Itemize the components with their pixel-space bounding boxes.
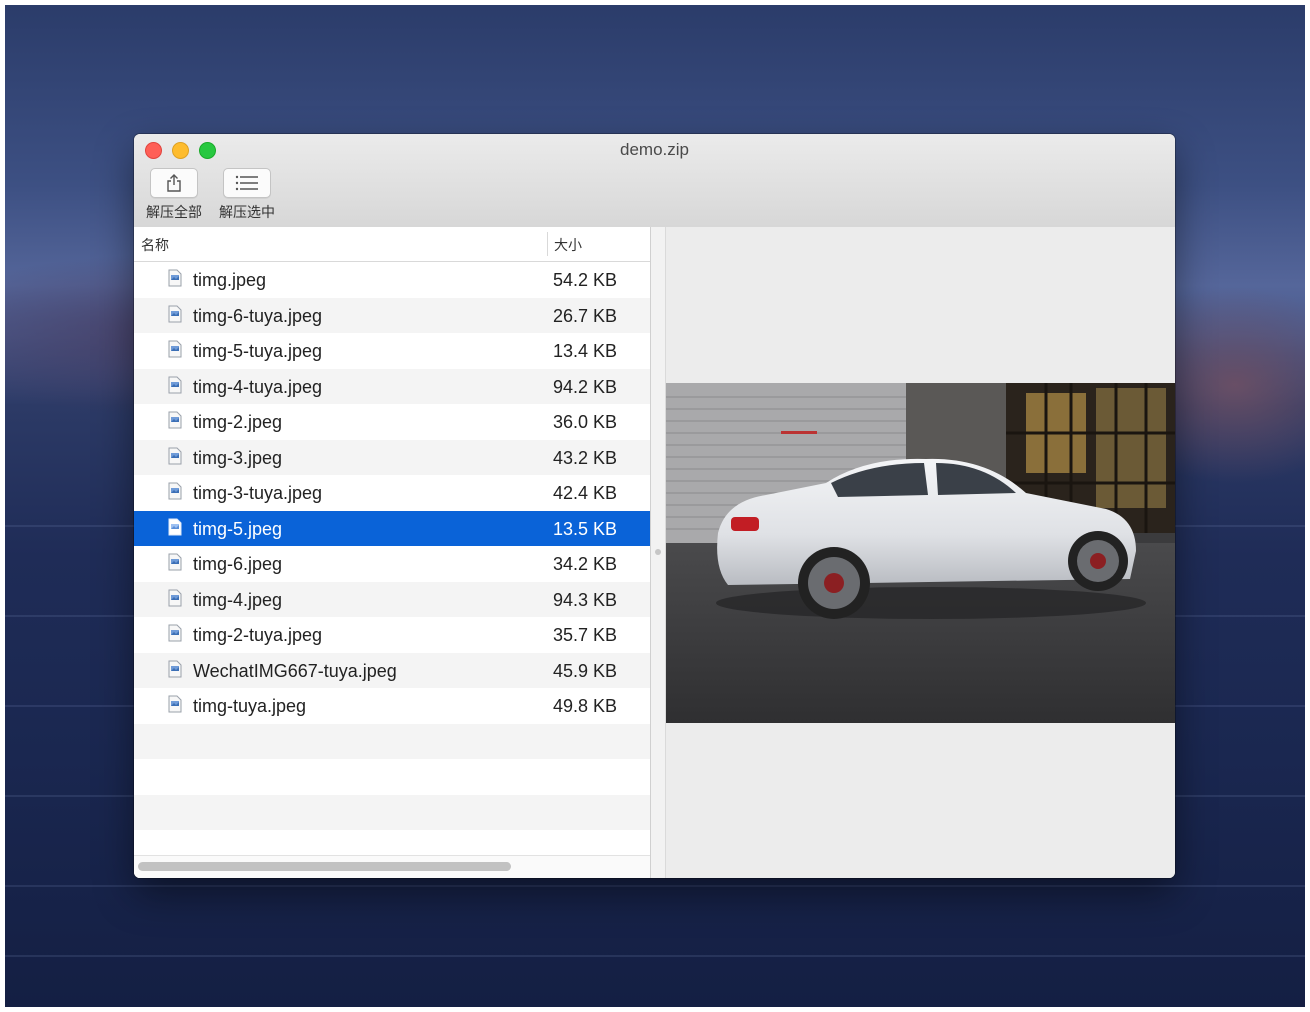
file-size: 54.2 KB [553,270,618,290]
table-row[interactable]: timg-5.jpeg 13.5 KB [134,510,650,546]
file-size: 36.0 KB [553,412,618,432]
file-name: timg-2.jpeg [193,412,283,432]
window-title: demo.zip [620,140,689,159]
table-row[interactable]: timg-6-tuya.jpeg 26.7 KB [134,297,650,333]
table-row[interactable]: timg-4-tuya.jpeg 94.2 KB [134,368,650,404]
file-size: 94.3 KB [553,589,618,610]
file-size: 35.7 KB [553,625,618,645]
jpeg-file-icon [168,660,182,678]
jpeg-file-icon [168,269,182,287]
file-name: timg-tuya.jpeg [193,696,307,716]
file-name: timg-4.jpeg [193,589,283,610]
jpeg-file-icon [168,411,182,429]
jpeg-file-icon [168,447,182,465]
table-row[interactable]: timg-3-tuya.jpeg 42.4 KB [134,475,650,511]
jpeg-file-icon [168,340,182,358]
jpeg-file-icon [168,482,182,500]
file-size: 13.5 KB [553,518,618,539]
column-header-name[interactable]: 名称 [141,235,169,255]
file-name: timg-4-tuya.jpeg [193,376,323,397]
extract-all-label: 解压全部 [146,204,202,220]
table-row[interactable]: timg-2-tuya.jpeg 35.7 KB [134,617,650,653]
file-rows: timg.jpeg 54.2 KB timg-6-tuya.jpeg 26.7 … [134,262,650,866]
list-icon [235,175,258,191]
table-row[interactable]: timg-2.jpeg 36.0 KB [134,404,650,440]
table-row[interactable]: timg-3.jpeg 43.2 KB [134,439,650,475]
extract-selected-button[interactable]: 解压选中 [216,168,278,222]
empty-row [134,794,650,830]
jpeg-file-icon [168,624,182,642]
column-header-size[interactable]: 大小 [554,235,582,255]
file-size: 43.2 KB [553,447,618,468]
jpeg-file-icon [168,518,182,536]
empty-row [134,723,650,759]
horizontal-scrollbar-track[interactable] [134,855,650,878]
file-name: timg-5.jpeg [193,518,283,539]
file-name: timg-2-tuya.jpeg [193,625,323,645]
archive-window: demo.zip 解压全部 解压选中 名称 大小 timg.jpeg 54.2 … [134,134,1175,878]
extract-selected-label: 解压选中 [219,204,275,220]
extract-all-button[interactable]: 解压全部 [143,168,205,222]
file-size: 94.2 KB [553,376,618,397]
table-row[interactable]: timg.jpeg 54.2 KB [134,262,650,298]
table-row[interactable]: timg-6.jpeg 34.2 KB [134,546,650,582]
empty-row [134,759,650,795]
file-name: timg-5-tuya.jpeg [193,341,323,361]
title-bar: demo.zip 解压全部 解压选中 [134,134,1175,228]
file-size: 34.2 KB [553,554,618,574]
jpeg-file-icon [168,305,182,323]
file-name: timg-6.jpeg [193,554,283,574]
file-size: 26.7 KB [553,305,618,326]
file-name: timg-3.jpeg [193,447,283,468]
extract-all-icon-button[interactable] [150,168,198,198]
jpeg-file-icon [168,695,182,713]
column-header: 名称 大小 [134,227,650,262]
file-name: timg.jpeg [193,270,267,290]
file-size: 49.8 KB [553,696,618,716]
car-preview-image [666,383,1175,723]
table-row[interactable]: timg-tuya.jpeg 49.8 KB [134,688,650,724]
divider-handle[interactable] [655,549,661,555]
jpeg-file-icon [168,376,182,394]
extract-selected-icon-button[interactable] [223,168,271,198]
table-row[interactable]: timg-4.jpeg 94.3 KB [134,581,650,617]
file-size: 42.4 KB [553,483,618,503]
file-size: 13.4 KB [553,341,618,361]
table-row[interactable]: WechatIMG667-tuya.jpeg 45.9 KB [134,652,650,688]
share-icon [167,174,181,192]
file-name: WechatIMG667-tuya.jpeg [193,660,397,681]
jpeg-file-icon [168,553,182,571]
file-list: 名称 大小 timg.jpeg 54.2 KB timg-6-tuya.jpeg… [134,227,651,878]
jpeg-file-icon [168,589,182,607]
file-name: timg-6-tuya.jpeg [193,305,323,326]
table-row[interactable]: timg-5-tuya.jpeg 13.4 KB [134,333,650,369]
split-view-divider[interactable] [651,227,666,878]
horizontal-scrollbar-thumb[interactable] [138,862,511,871]
file-size: 45.9 KB [553,660,618,681]
column-divider[interactable] [547,232,548,256]
preview-pane [666,227,1175,878]
file-name: timg-3-tuya.jpeg [193,483,323,503]
